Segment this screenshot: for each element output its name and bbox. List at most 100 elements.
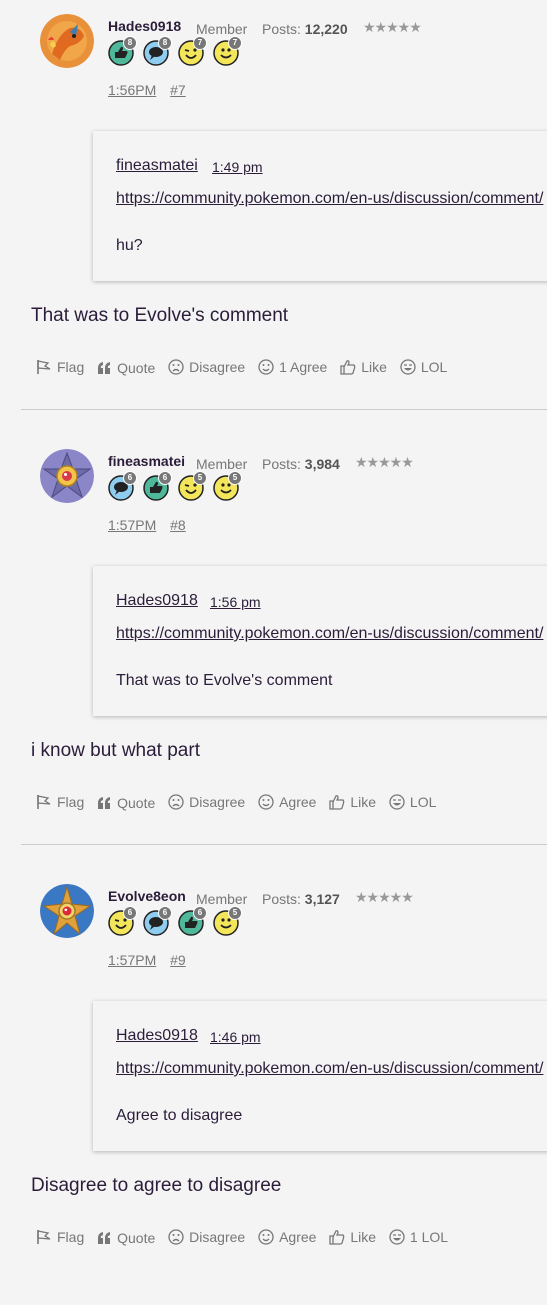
- quote-icon: [98, 362, 111, 374]
- flag-button[interactable]: Flag: [36, 794, 84, 810]
- quote-button[interactable]: Quote: [97, 795, 155, 811]
- permalink[interactable]: #8: [170, 517, 186, 533]
- flag-label: Flag: [57, 794, 85, 810]
- smile-face-badge-icon[interactable]: 5: [213, 471, 242, 501]
- quote-time-link[interactable]: 1:56 pm: [210, 594, 261, 610]
- lol-button[interactable]: LOL: [400, 359, 447, 375]
- badge-count: 6: [193, 906, 207, 920]
- flag-button[interactable]: Flag: [36, 359, 84, 375]
- post-7: Hades0918 Member Posts: 12,220 ★★★★★ 8 8…: [0, 0, 547, 435]
- quote-button[interactable]: Quote: [97, 1230, 155, 1246]
- avatar[interactable]: [40, 884, 94, 938]
- post-count: Posts: 3,127: [262, 891, 340, 907]
- like-label: Like: [361, 359, 387, 375]
- lol-label: LOL: [420, 359, 448, 375]
- smile-face-badge-icon[interactable]: 5: [213, 906, 242, 936]
- disagree-label: Disagree: [189, 359, 246, 375]
- agree-button[interactable]: Agree: [258, 1229, 316, 1245]
- disagree-button[interactable]: Disagree: [168, 359, 245, 375]
- like-button[interactable]: Like: [340, 359, 387, 375]
- post-9: Evolve8eon Member Posts: 3,127 ★★★★★ 6 6…: [0, 870, 547, 1305]
- quote-author-link[interactable]: fineasmatei: [116, 157, 198, 175]
- rank-stars: ★★★★★: [363, 19, 422, 35]
- flag-icon: [37, 795, 51, 809]
- username[interactable]: fineasmatei: [108, 453, 185, 469]
- permalink[interactable]: #7: [170, 82, 186, 98]
- thumbs-up-badge-icon[interactable]: 6: [178, 906, 207, 936]
- post-body: i know but what part: [31, 740, 200, 761]
- agree-label: 1 Agree: [279, 359, 328, 375]
- quote-url-link[interactable]: https://community.pokemon.com/en-us/disc…: [116, 1060, 543, 1078]
- badge-count: 7: [193, 36, 207, 50]
- post-meta: 1:56PM #7: [108, 82, 196, 98]
- quote-author-link[interactable]: Hades0918: [116, 592, 198, 610]
- post-time-link[interactable]: 1:57PM: [108, 952, 156, 968]
- flag-label: Flag: [57, 1229, 85, 1245]
- like-button[interactable]: Like: [329, 794, 376, 810]
- quote-block: fineasmatei 1:49 pm https://community.po…: [93, 131, 547, 281]
- quote-text: hu?: [116, 237, 143, 254]
- wink-face-badge-icon[interactable]: 6: [108, 906, 137, 936]
- post-time-link[interactable]: 1:56PM: [108, 82, 156, 98]
- quote-url-link[interactable]: https://community.pokemon.com/en-us/disc…: [116, 625, 543, 643]
- quote-text: That was to Evolve's comment: [116, 672, 333, 689]
- flag-label: Flag: [57, 359, 85, 375]
- frown-face-icon: [168, 794, 184, 810]
- badge-count: 7: [228, 36, 242, 50]
- quote-url-link[interactable]: https://community.pokemon.com/en-us/disc…: [116, 190, 543, 208]
- wink-face-badge-icon[interactable]: 7: [178, 36, 207, 66]
- speech-bubble-badge-icon[interactable]: 8: [143, 36, 172, 66]
- post-count: Posts: 12,220: [262, 21, 348, 37]
- like-button[interactable]: Like: [329, 1229, 376, 1245]
- smile-face-badge-icon[interactable]: 7: [213, 36, 242, 66]
- smile-face-icon: [258, 359, 274, 375]
- speech-bubble-badge-icon[interactable]: 6: [143, 906, 172, 936]
- badge-count: 6: [158, 471, 172, 485]
- badge-count: 8: [123, 36, 137, 50]
- thumbs-up-badge-icon[interactable]: 6: [143, 471, 172, 501]
- lol-label: LOL: [409, 794, 437, 810]
- user-role: Member: [196, 456, 248, 472]
- thumbs-up-icon: [329, 1230, 345, 1245]
- flag-button[interactable]: Flag: [36, 1229, 84, 1245]
- frown-face-icon: [168, 359, 184, 375]
- thumbs-up-badge-icon[interactable]: 8: [108, 36, 137, 66]
- speech-bubble-badge-icon[interactable]: 6: [108, 471, 137, 501]
- quote-time-link[interactable]: 1:46 pm: [210, 1029, 261, 1045]
- agree-button[interactable]: 1 Agree: [258, 359, 327, 375]
- post-count-label: Posts:: [262, 21, 301, 37]
- disagree-button[interactable]: Disagree: [168, 794, 245, 810]
- post-time-link[interactable]: 1:57PM: [108, 517, 156, 533]
- agree-label: Agree: [279, 794, 317, 810]
- post-count: Posts: 3,984: [262, 456, 340, 472]
- post-count-label: Posts:: [262, 456, 301, 472]
- quote-button[interactable]: Quote: [97, 360, 155, 376]
- badge-count: 8: [158, 36, 172, 50]
- flag-icon: [37, 1230, 51, 1244]
- rank-stars: ★★★★★: [355, 454, 414, 470]
- user-role: Member: [196, 21, 248, 37]
- quote-block: Hades0918 1:46 pm https://community.poke…: [93, 1001, 547, 1151]
- username[interactable]: Evolve8eon: [108, 888, 186, 904]
- agree-button[interactable]: Agree: [258, 794, 316, 810]
- avatar[interactable]: [40, 14, 94, 68]
- avatar[interactable]: [40, 449, 94, 503]
- laugh-face-icon: [389, 794, 405, 810]
- quote-time-link[interactable]: 1:49 pm: [212, 159, 263, 175]
- lol-button[interactable]: 1 LOL: [389, 1229, 448, 1245]
- permalink[interactable]: #9: [170, 952, 186, 968]
- badge-count: 5: [228, 471, 242, 485]
- username[interactable]: Hades0918: [108, 18, 181, 34]
- thumbs-up-icon: [340, 360, 356, 375]
- lol-label: 1 LOL: [409, 1229, 449, 1245]
- quote-block: Hades0918 1:56 pm https://community.poke…: [93, 566, 547, 716]
- wink-face-badge-icon[interactable]: 5: [178, 471, 207, 501]
- smile-face-icon: [258, 1229, 274, 1245]
- disagree-button[interactable]: Disagree: [168, 1229, 245, 1245]
- reaction-bar: Flag Quote Disagree 1 Agree Like LOL: [36, 359, 456, 378]
- badge-count: 5: [228, 906, 242, 920]
- post-body: Disagree to agree to disagree: [31, 1175, 282, 1196]
- lol-button[interactable]: LOL: [389, 794, 436, 810]
- quote-author-link[interactable]: Hades0918: [116, 1027, 198, 1045]
- like-label: Like: [350, 1229, 377, 1245]
